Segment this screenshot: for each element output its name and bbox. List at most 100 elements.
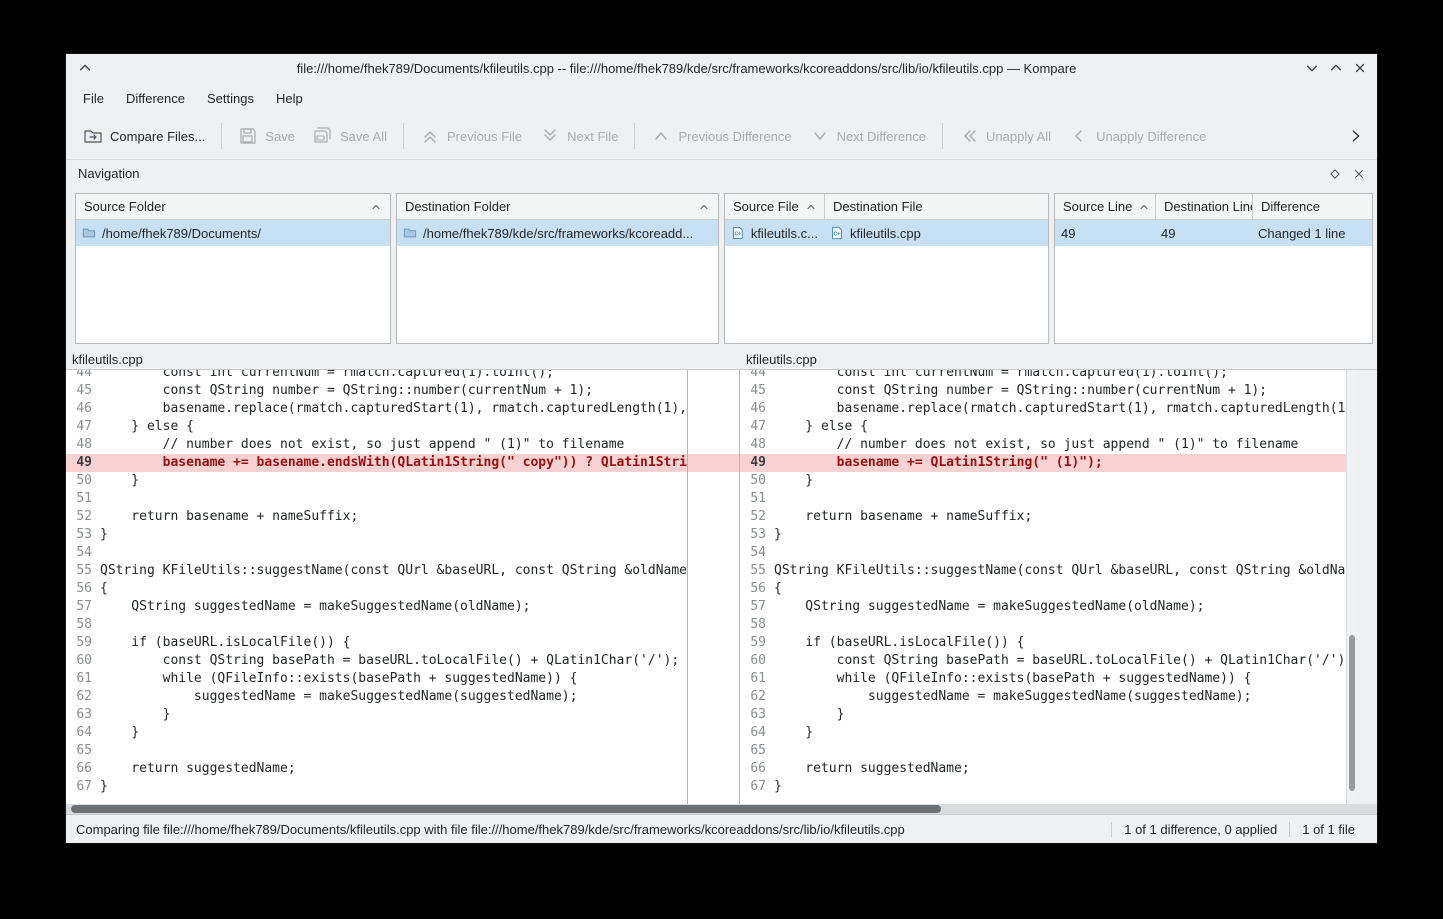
save-button[interactable]: Save [229,120,304,152]
code-text: basename.replace(rmatch.capturedStart(1)… [100,401,687,416]
toolbar: Compare Files... Save Save All Previous … [66,113,1377,159]
menu-difference[interactable]: Difference [115,86,196,111]
source-folder-column-header[interactable]: Source Folder [76,194,390,219]
difference-row[interactable]: 49 49 Changed 1 line [1055,220,1372,246]
save-label: Save [265,129,295,144]
code-text: while (QFileInfo::exists(basePath + sugg… [774,671,1251,686]
destination-folder-column-header[interactable]: Destination Folder [397,194,718,219]
source-line-column-header[interactable]: Source Line [1055,194,1155,219]
menu-settings[interactable]: Settings [196,86,265,111]
line-number: 63 [66,706,100,724]
source-file-column-header[interactable]: Source File [725,194,824,219]
line-number: 65 [66,742,100,760]
next-file-button[interactable]: Next File [531,120,627,152]
code-text: const QString basePath = baseURL.toLocal… [774,653,1346,668]
shade-button[interactable] [78,61,92,75]
destination-code-pane[interactable]: 44 const int currentNum = rmatch.capture… [740,370,1346,804]
chevron-double-left-icon [959,126,979,146]
diff-code-line: 60 const QString basePath = baseURL.toLo… [66,652,687,670]
diff-code-line: 61 while (QFileInfo::exists(basePath + s… [740,670,1346,688]
vertical-scrollbar-thumb[interactable] [1349,635,1355,791]
destination-folder-header-row: Destination Folder [397,194,718,220]
diff-code-line: 52 return basename + nameSuffix; [740,508,1346,526]
diff-code-line: 64 } [740,724,1346,742]
line-number: 65 [740,742,774,760]
line-number: 45 [740,382,774,400]
chevron-double-down-icon [540,126,560,146]
source-line-value: 49 [1061,226,1075,241]
destination-file-column-header[interactable]: Destination File [824,194,1048,219]
horizontal-scrollbar[interactable] [66,804,1377,814]
line-number: 59 [740,634,774,652]
window-title: file:///home/fhek789/Documents/kfileutil… [106,61,1267,76]
diff-code-line: 55QString KFileUtils::suggestName(const … [740,562,1346,580]
diff-code-line: 53} [740,526,1346,544]
compare-files-button[interactable]: Compare Files... [74,120,214,152]
list-empty-area [1055,246,1372,343]
difference-column-header[interactable]: Difference [1252,194,1372,219]
code-text: } [100,473,139,488]
diff-code-line: 56{ [740,580,1346,598]
code-text: if (baseURL.isLocalFile()) { [100,635,350,650]
diff-code-line: 67} [66,778,687,796]
titlebar[interactable]: file:///home/fhek789/Documents/kfileutil… [66,54,1377,83]
files-row[interactable]: C+ kfileutils.c... C+ kfileutils.cpp [725,220,1048,246]
list-empty-area [76,246,390,343]
line-number: 47 [66,418,100,436]
toolbar-overflow-button[interactable] [1349,129,1363,143]
previous-difference-button[interactable]: Previous Difference [642,120,800,152]
diff-code-line: 46 basename.replace(rmatch.capturedStart… [740,400,1346,418]
source-file-header-label: Source File [733,199,799,214]
unapply-all-label: Unapply All [986,129,1051,144]
code-text: const QString number = QString::number(c… [100,383,593,398]
window-controls [1305,61,1367,75]
diff-code-line: 48 // number does not exist, so just app… [66,436,687,454]
line-number: 46 [66,400,100,418]
files-list: Source File Destination File C+ kfileuti… [724,193,1049,344]
diff-code-line: 44 const int currentNum = rmatch.capture… [740,370,1346,382]
chevron-right-icon [1349,129,1363,143]
code-text: } [774,707,844,722]
float-dock-icon[interactable] [1329,168,1341,180]
horizontal-scrollbar-thumb[interactable] [71,805,941,813]
menu-file[interactable]: File [72,86,115,111]
folder-icon [82,226,96,240]
line-number: 59 [66,634,100,652]
source-folder-header-label: Source Folder [84,199,166,214]
next-difference-button[interactable]: Next Difference [801,120,935,152]
diff-changed-line[interactable]: 49 basename += QLatin1String(" (1)"); [740,454,1346,472]
line-number: 62 [740,688,774,706]
maximize-icon[interactable] [1329,61,1343,75]
diff-code-line: 50 } [66,472,687,490]
unapply-all-button[interactable]: Unapply All [950,120,1060,152]
minimize-icon[interactable] [1305,61,1319,75]
line-number: 47 [740,418,774,436]
vertical-scrollbar[interactable] [1346,370,1356,804]
source-code-pane[interactable]: 44 const int currentNum = rmatch.capture… [66,370,688,804]
line-number: 61 [740,670,774,688]
differences-header-row: Source Line Destination Line Difference [1055,194,1372,220]
diff-changed-line[interactable]: 49 basename += basename.endsWith(QLatin1… [66,454,687,472]
code-text: { [774,581,782,596]
menu-help[interactable]: Help [265,86,314,111]
line-number: 44 [740,370,774,382]
line-number: 63 [740,706,774,724]
menubar: File Difference Settings Help [66,83,1377,113]
files-header-row: Source File Destination File [725,194,1048,220]
save-all-button[interactable]: Save All [304,120,396,152]
close-icon[interactable] [1353,61,1367,75]
code-text: if (baseURL.isLocalFile()) { [774,635,1024,650]
save-icon [238,126,258,146]
toolbar-separator [942,123,943,149]
diff-connector-band[interactable] [688,454,739,472]
code-text: } else { [774,419,868,434]
previous-file-button[interactable]: Previous File [411,120,531,152]
line-number: 57 [66,598,100,616]
sort-ascending-icon [698,201,710,213]
unapply-difference-button[interactable]: Unapply Difference [1060,120,1215,152]
close-dock-icon[interactable] [1353,168,1365,180]
diff-code-line: 63 } [740,706,1346,724]
source-folder-row[interactable]: /home/fhek789/Documents/ [76,220,390,246]
destination-line-column-header[interactable]: Destination Line [1155,194,1252,219]
destination-folder-row[interactable]: /home/fhek789/kde/src/frameworks/kcoread… [397,220,718,246]
